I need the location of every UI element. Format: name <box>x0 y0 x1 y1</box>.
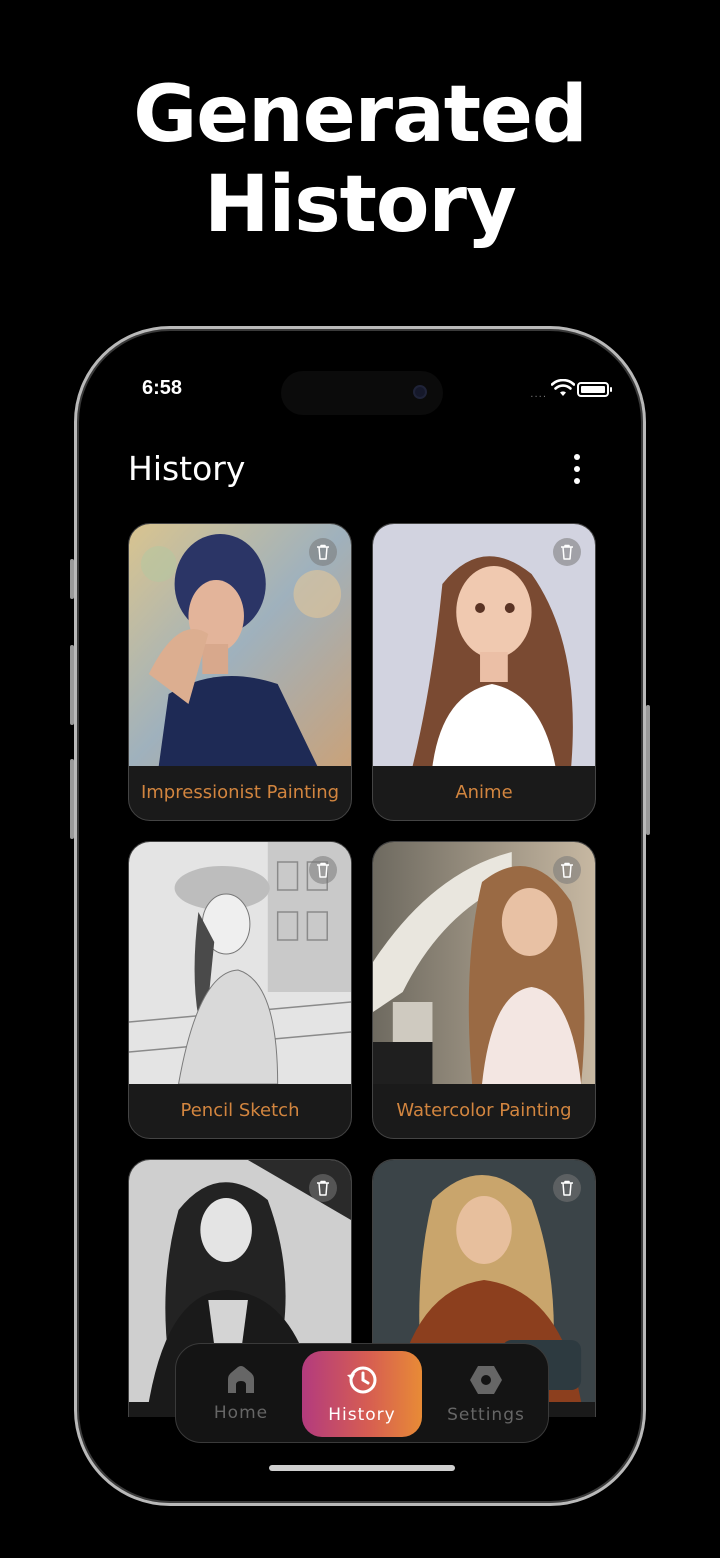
phone-volume-down-button <box>70 759 74 839</box>
delete-button[interactable] <box>309 1174 337 1202</box>
nav-history-label: History <box>328 1405 396 1425</box>
delete-button[interactable] <box>309 856 337 884</box>
headline-line-2: History <box>204 160 517 250</box>
nav-settings[interactable]: Settings <box>436 1344 536 1444</box>
promo-headline: Generated History <box>0 70 720 250</box>
delete-button[interactable] <box>309 538 337 566</box>
card-style-label: Impressionist Painting <box>140 781 340 803</box>
nav-settings-label: Settings <box>447 1405 525 1425</box>
trash-icon <box>317 862 329 878</box>
front-camera-icon <box>413 385 427 399</box>
trash-icon <box>561 862 573 878</box>
trash-icon <box>561 1180 573 1196</box>
home-icon <box>228 1366 254 1393</box>
phone-power-button <box>646 705 650 835</box>
phone-volume-up-button <box>70 645 74 725</box>
trash-icon <box>317 544 329 560</box>
history-card[interactable]: Anime <box>372 523 596 821</box>
signal-icon: .... <box>530 389 547 400</box>
history-card[interactable]: Watercolor Painting <box>372 841 596 1139</box>
dynamic-island <box>281 371 443 415</box>
trash-icon <box>317 1180 329 1196</box>
phone-mute-button <box>70 559 74 599</box>
headline-line-1: Generated <box>133 70 587 160</box>
status-bar: 6:58 .... <box>85 371 635 415</box>
trash-icon <box>561 544 573 560</box>
delete-button[interactable] <box>553 856 581 884</box>
bottom-navigation: Home History Settings <box>175 1343 549 1443</box>
status-time: 6:58 <box>142 377 183 399</box>
history-card[interactable]: Impressionist Painting <box>128 523 352 821</box>
more-options-button[interactable] <box>567 451 587 487</box>
battery-icon <box>577 382 612 397</box>
history-icon <box>347 1366 377 1394</box>
more-vertical-icon <box>574 454 580 460</box>
card-style-label: Pencil Sketch <box>180 1099 300 1121</box>
phone-frame: 6:58 .... History Impressionist Painting… <box>70 326 650 1506</box>
wifi-icon <box>551 379 575 396</box>
delete-button[interactable] <box>553 538 581 566</box>
card-style-label: Watercolor Painting <box>396 1099 572 1121</box>
history-card[interactable]: Pencil Sketch <box>128 841 352 1139</box>
settings-icon <box>470 1366 502 1394</box>
phone-screen: 6:58 .... History Impressionist Painting… <box>85 337 635 1495</box>
nav-home[interactable]: Home <box>196 1344 286 1444</box>
delete-button[interactable] <box>553 1174 581 1202</box>
nav-home-label: Home <box>213 1403 269 1423</box>
home-indicator[interactable] <box>269 1465 455 1471</box>
nav-history[interactable]: History <box>302 1351 422 1437</box>
page-title: History <box>128 449 246 488</box>
card-style-label: Anime <box>455 781 513 803</box>
